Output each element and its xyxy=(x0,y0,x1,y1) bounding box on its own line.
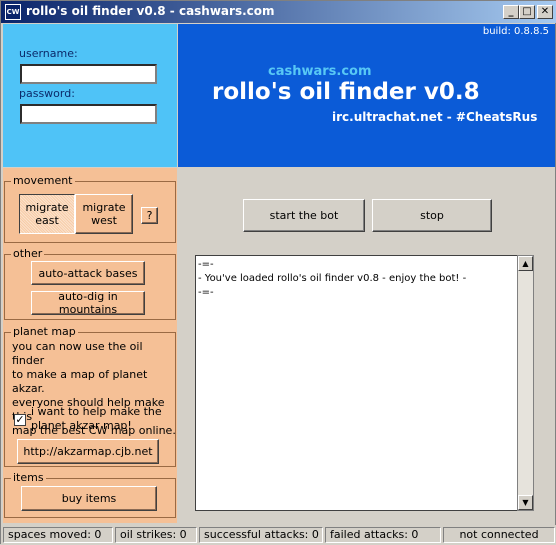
planet-map-group: planet map you can now use the oil finde… xyxy=(4,325,176,467)
planet-map-text-line: to make a map of planet akzar. xyxy=(12,368,148,395)
other-group: other auto-attack bases auto-dig in moun… xyxy=(4,247,176,320)
help-map-checkbox[interactable]: ✓ xyxy=(14,414,26,426)
maximize-button[interactable]: □ xyxy=(519,5,535,19)
banner-title: rollo's oil finder v0.8 xyxy=(212,79,480,105)
planet-map-text-line: you can now use the oil finder xyxy=(12,340,143,367)
migrate-east-button[interactable]: migrate east xyxy=(19,194,75,234)
scroll-down-icon[interactable]: ▼ xyxy=(518,495,533,510)
auto-dig-button[interactable]: auto-dig in mountains xyxy=(31,290,145,316)
status-oil-strikes: oil strikes: 0 xyxy=(115,527,197,543)
log-line: -=- xyxy=(198,259,214,270)
app-icon: CW xyxy=(5,4,21,20)
password-field[interactable] xyxy=(20,104,157,124)
window-title: rollo's oil finder v0.8 - cashwars.com xyxy=(26,4,275,18)
start-bot-button[interactable]: start the bot xyxy=(243,199,365,232)
buy-items-button[interactable]: buy items xyxy=(21,486,157,511)
username-label: username: xyxy=(19,47,78,60)
banner-irc: irc.ultrachat.net - #CheatsRus xyxy=(332,110,538,124)
items-group: items buy items xyxy=(4,471,176,518)
log-scrollbar[interactable]: ▲ ▼ xyxy=(517,255,534,511)
username-field[interactable] xyxy=(20,64,157,84)
status-bar: spaces moved: 0 oil strikes: 0 successfu… xyxy=(1,525,556,545)
checkbox-label-line2: planet akzar map! xyxy=(31,419,132,432)
log-line: - You've loaded rollo's oil finder v0.8 … xyxy=(198,273,467,284)
minimize-button[interactable]: _ xyxy=(503,5,519,19)
auto-attack-button[interactable]: auto-attack bases xyxy=(31,261,145,285)
movement-legend: movement xyxy=(11,174,75,187)
status-spaces-moved: spaces moved: 0 xyxy=(3,527,113,543)
migrate-west-line2: west xyxy=(91,214,117,227)
log-line: -=- xyxy=(198,287,214,298)
other-legend: other xyxy=(11,247,45,260)
login-panel: username: password: xyxy=(3,24,177,167)
scroll-up-icon[interactable]: ▲ xyxy=(518,256,533,271)
password-label: password: xyxy=(19,87,75,100)
help-button[interactable]: ? xyxy=(141,207,158,224)
banner: build: 0.8.8.5 cashwars.com rollo's oil … xyxy=(178,24,555,167)
migrate-east-line1: migrate xyxy=(25,201,69,214)
stop-button[interactable]: stop xyxy=(372,199,492,232)
checkbox-label-line1: i want to help make the xyxy=(31,405,162,418)
status-failed-attacks: failed attacks: 0 xyxy=(325,527,441,543)
status-successful-attacks: successful attacks: 0 xyxy=(199,527,323,543)
build-version: build: 0.8.8.5 xyxy=(482,26,549,37)
migrate-west-line1: migrate xyxy=(82,201,126,214)
log-output[interactable]: -=- - You've loaded rollo's oil finder v… xyxy=(195,255,534,511)
movement-group: movement migrate east migrate west ? xyxy=(4,174,176,243)
banner-site: cashwars.com xyxy=(268,64,372,79)
close-button[interactable]: ✕ xyxy=(537,5,553,19)
migrate-west-button[interactable]: migrate west xyxy=(75,194,133,234)
akzar-map-link-button[interactable]: http://akzarmap.cjb.net xyxy=(17,439,159,464)
planet-map-legend: planet map xyxy=(11,325,78,338)
help-map-checkbox-label: i want to help make the planet akzar map… xyxy=(31,405,162,433)
app-window: CW rollo's oil finder v0.8 - cashwars.co… xyxy=(0,0,556,545)
items-legend: items xyxy=(11,471,46,484)
migrate-east-line2: east xyxy=(35,214,59,227)
title-bar: CW rollo's oil finder v0.8 - cashwars.co… xyxy=(1,1,556,23)
status-connection: not connected xyxy=(443,527,555,543)
